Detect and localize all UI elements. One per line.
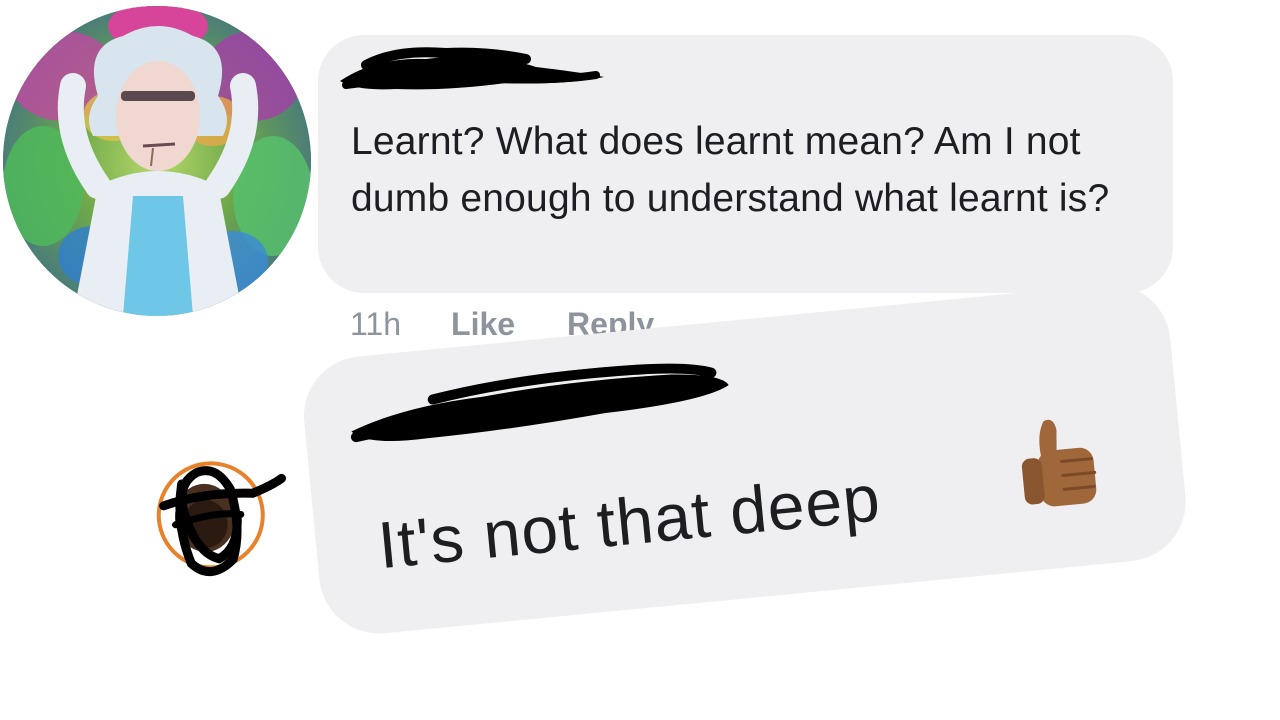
scribbled-out-avatar-icon xyxy=(156,461,287,577)
comment-text: Learnt? What does learnt mean? Am I not … xyxy=(351,120,1110,220)
thumbs-up-medium-dark-skin-tone-icon xyxy=(1021,419,1097,507)
replier-avatar[interactable] xyxy=(151,454,287,577)
redacted-author-name xyxy=(350,363,729,443)
reply-comment: It's not that deep xyxy=(115,234,1244,698)
comment-thread: Learnt? What does learnt mean? Am I not … xyxy=(0,0,1280,720)
reply-bubble: It's not that deep xyxy=(298,278,1192,639)
rick-cartoon-avatar-icon xyxy=(3,6,311,316)
commenter-avatar[interactable] xyxy=(3,6,311,316)
reply-text: It's not that deep xyxy=(374,460,884,583)
redacted-author-name xyxy=(340,47,604,90)
